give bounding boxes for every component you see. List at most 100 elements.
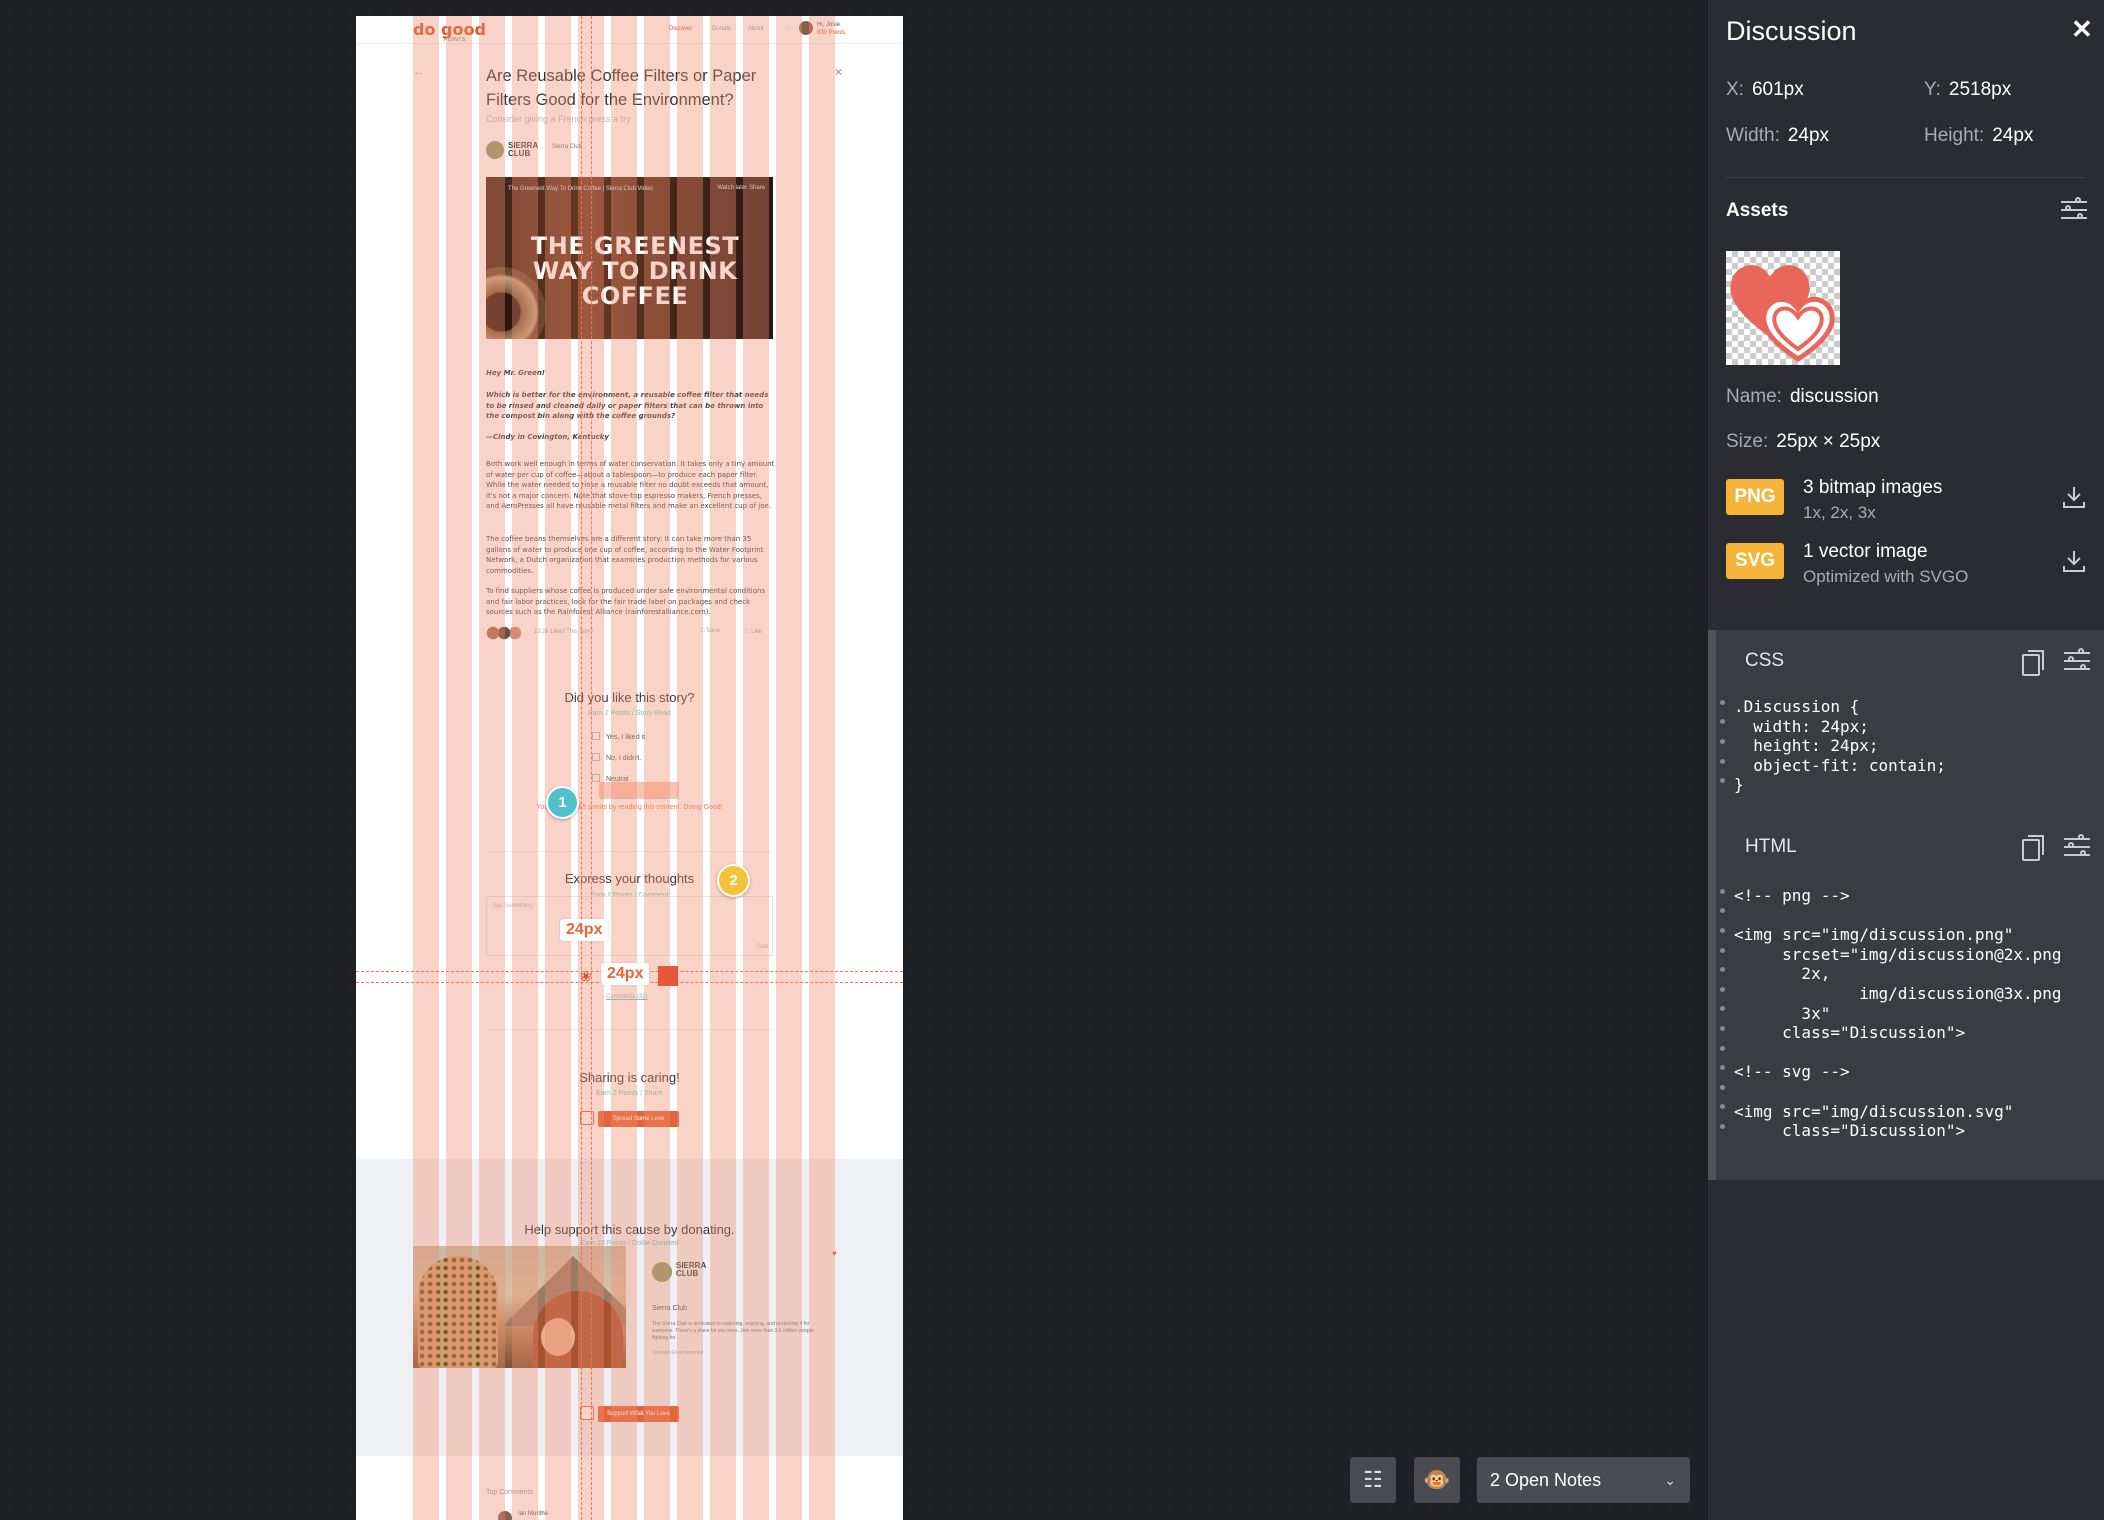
like-label: Like: [751, 629, 763, 635]
org-name: SIERRA CLUB: [508, 141, 538, 158]
video-player[interactable]: The Greenest Way To Drink Coffee | Sierr…: [486, 177, 773, 339]
name-label: Name:: [1726, 386, 1782, 407]
back-arrow-icon[interactable]: ←: [413, 66, 424, 78]
save-button[interactable]: □ Save: [701, 628, 720, 634]
html-title: HTML: [1745, 836, 1797, 857]
sharing-earn: Earn 2 Points / Share: [596, 1090, 663, 1097]
artboard[interactable]: do good POINTS Discover Donate About ♢ H…: [356, 16, 903, 1520]
x-field: X: 601px: [1726, 79, 1804, 101]
letter-question: Which is better for the environment, a r…: [486, 391, 769, 420]
measure-guide: [591, 16, 592, 1520]
width-field: Width: 24px: [1726, 125, 1829, 147]
download-icon[interactable]: [2061, 484, 2087, 510]
discussion-icon[interactable]: ❀: [580, 968, 592, 985]
code-gutter: [1708, 630, 1716, 812]
asset-settings-icon[interactable]: [2061, 197, 2087, 221]
name-field: Name: discussion: [1726, 386, 1879, 408]
html-code[interactable]: <!-- png --> <img src="img/discussion.pn…: [1734, 886, 2062, 1141]
assets-title: Assets: [1726, 200, 1789, 221]
org-meta: Sierra Club: [552, 144, 583, 150]
survey-option[interactable]: No, I didn't.: [592, 753, 641, 762]
css-title: CSS: [1745, 650, 1785, 671]
divider: [486, 851, 773, 852]
likes-count: 12.2k Liked This Story: [534, 629, 594, 635]
comments-link[interactable]: Comments (32): [606, 994, 647, 1000]
comment-placeholder: Say Something: [492, 903, 533, 909]
liker-avatars: [486, 626, 530, 640]
css-code[interactable]: .Discussion { width: 24px; height: 24px;…: [1734, 697, 1946, 795]
sierra-club-logo-icon: [486, 141, 504, 159]
thoughts-title: Express your thoughts: [564, 871, 695, 886]
org-card-name: SIERRA CLUB: [676, 1261, 706, 1278]
download-icon[interactable]: [2061, 548, 2087, 574]
note-pin[interactable]: 2: [717, 864, 750, 897]
avatar-button[interactable]: 🐵: [1414, 1457, 1460, 1503]
svg-title: 1 vector image: [1803, 541, 1928, 562]
nav-about[interactable]: About: [748, 26, 764, 32]
close-icon[interactable]: ✕: [834, 66, 843, 79]
top-comments-title: Top Comments: [486, 1489, 534, 1496]
svg-subtitle: Optimized with SVGO: [1803, 567, 1969, 586]
css-section: CSS .Discussion { width: 24px; height: 2…: [1708, 630, 2104, 812]
cause-photo: [413, 1246, 626, 1368]
open-notes-label: 2 Open Notes: [1490, 1470, 1602, 1490]
svg-badge: SVG: [1726, 543, 1784, 579]
commenter-name: Ian Munthe: [518, 1511, 549, 1517]
chevron-down-icon: ⌄: [1664, 1472, 1676, 1488]
add-note-icon: ☷: [1363, 1467, 1383, 1492]
letter-signature: —Cindy in Covington, Kentucky: [486, 433, 609, 441]
article-paragraph: To find suppliers whose coffee is produc…: [486, 587, 766, 616]
nav-discover[interactable]: Discover: [669, 26, 692, 32]
html-settings-icon[interactable]: [2064, 834, 2090, 858]
user-greeting: Hi, Josie 830 Points: [817, 21, 845, 37]
height-label: Height:: [1924, 125, 1985, 146]
nav-donate[interactable]: Donate: [712, 26, 731, 32]
survey-submit-button[interactable]: [599, 782, 679, 799]
selection-highlight: [658, 966, 678, 986]
greeting-text: Hi, Josie: [817, 22, 841, 28]
cheetah-shape: [418, 1256, 498, 1368]
post-button[interactable]: Post: [756, 944, 768, 950]
favorite-heart-icon[interactable]: ♥: [832, 1249, 837, 1258]
height-value: 24px: [1992, 125, 2034, 146]
name-value: discussion: [1789, 386, 1879, 407]
note-pin[interactable]: 1: [546, 786, 579, 819]
divider: [1726, 177, 2086, 178]
width-value: 24px: [1787, 125, 1830, 146]
x-label: X:: [1726, 79, 1744, 100]
earned-message: You've earned 5 points by reading this c…: [536, 804, 723, 811]
bell-icon[interactable]: ♢: [784, 24, 791, 33]
survey-title: Did you like this story?: [564, 690, 695, 705]
article-subtitle: Consider giving a French press a try: [486, 114, 631, 124]
survey-option[interactable]: Yes, I liked it.: [592, 732, 647, 741]
size-field: Size: 25px × 25px: [1726, 431, 1880, 453]
open-notes-dropdown[interactable]: 2 Open Notes ⌄: [1477, 1457, 1690, 1503]
copy-icon[interactable]: [2022, 650, 2044, 676]
width-label: Width:: [1726, 125, 1780, 146]
org-card-title: Sierra Club: [652, 1305, 688, 1312]
logo-subtitle: POINTS: [444, 37, 466, 43]
code-gutter: [1708, 812, 1716, 1180]
org-card-meta: Website Environmental: [652, 1350, 704, 1356]
site-header: do good POINTS Discover Donate About ♢ H…: [356, 16, 903, 44]
discussion-hearts-icon: [1730, 265, 1835, 362]
spread-love-button[interactable]: Spread Some Love: [598, 1111, 679, 1127]
user-avatar[interactable]: [799, 21, 813, 35]
size-label: Size:: [1726, 431, 1769, 452]
monkey-avatar-icon: 🐵: [1423, 1467, 1451, 1492]
close-icon[interactable]: ✕: [2071, 14, 2093, 45]
likes-row: 12.2k Liked This Story □ Save ♡ Like: [486, 626, 773, 640]
add-note-button[interactable]: ☷: [1350, 1457, 1396, 1503]
y-value: 2518px: [1948, 79, 2012, 100]
like-button[interactable]: ♡ Like: [744, 628, 762, 635]
copy-icon[interactable]: [2022, 835, 2044, 861]
sharing-title: Sharing is caring!: [579, 1070, 680, 1085]
asset-thumbnail[interactable]: [1726, 251, 1840, 365]
commenter-avatar: [498, 1511, 512, 1520]
article-paragraph: Both work well enough in terms of water …: [486, 460, 775, 510]
video-actions[interactable]: Watch later Share: [717, 185, 765, 191]
support-button[interactable]: Support What You Love: [598, 1406, 679, 1422]
css-settings-icon[interactable]: [2064, 648, 2090, 672]
size-value: 25px × 25px: [1776, 431, 1881, 452]
png-subtitle: 1x, 2x, 3x: [1803, 503, 1876, 522]
